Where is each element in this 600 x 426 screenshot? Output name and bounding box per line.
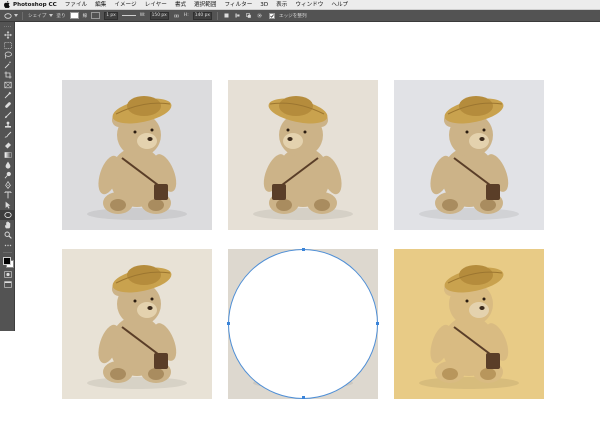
screen-mode-icon[interactable]	[0, 279, 15, 289]
anchor-point-bottom[interactable]	[302, 396, 305, 399]
align-edges-checkbox[interactable]	[268, 12, 275, 19]
separator	[22, 11, 23, 20]
stroke-type-select[interactable]	[121, 15, 136, 16]
anchor-point-top[interactable]	[302, 248, 305, 251]
path-arrangement-icon[interactable]	[246, 13, 251, 18]
menu-view[interactable]: 表示	[276, 0, 287, 10]
menu-bar: Photoshop CC ファイル 編集 イメージ レイヤー 書式 選択範囲 フ…	[0, 0, 600, 10]
path-alignment-icon[interactable]	[235, 13, 240, 18]
more-tools-icon[interactable]	[0, 240, 15, 250]
align-edges-label: エッジを整列	[278, 13, 307, 19]
teddy-bear-photo-6	[394, 249, 544, 399]
pen-tool-icon[interactable]	[0, 180, 15, 190]
anchor-point-left[interactable]	[227, 322, 230, 325]
menu-help[interactable]: ヘルプ	[331, 0, 348, 10]
stroke-swatch[interactable]	[91, 12, 101, 19]
menu-app-name[interactable]: Photoshop CC	[13, 0, 57, 10]
fill-swatch[interactable]	[69, 12, 79, 19]
menu-file[interactable]: ファイル	[65, 0, 87, 10]
fill-label: 塗り	[56, 13, 66, 19]
tools-panel	[0, 22, 15, 331]
hand-tool-icon[interactable]	[0, 220, 15, 230]
gradient-tool-icon[interactable]	[0, 150, 15, 160]
settings-gear-icon[interactable]	[257, 13, 262, 18]
chevron-down-icon	[48, 12, 54, 20]
quick-mask-icon[interactable]	[0, 269, 15, 279]
panel-grip[interactable]	[0, 22, 14, 30]
ellipse-tool-icon[interactable]	[3, 12, 13, 20]
teddy-bear-photo-3	[394, 80, 544, 230]
menu-layer[interactable]: レイヤー	[145, 0, 167, 10]
separator	[3, 252, 12, 253]
menu-select[interactable]: 選択範囲	[194, 0, 216, 10]
zoom-tool-icon[interactable]	[0, 230, 15, 240]
menu-edit[interactable]: 編集	[95, 0, 106, 10]
menu-window[interactable]: ウィンドウ	[295, 0, 323, 10]
link-icon[interactable]	[173, 13, 179, 18]
width-label: W:	[139, 13, 146, 18]
ellipse-tool-icon[interactable]	[0, 210, 15, 220]
crop-tool-icon[interactable]	[0, 70, 15, 80]
width-field[interactable]: 150 px	[149, 11, 169, 20]
height-label: H:	[183, 13, 189, 18]
path-operations-icon[interactable]	[224, 13, 229, 18]
type-tool-icon[interactable]	[0, 190, 15, 200]
brush-tool-icon[interactable]	[0, 110, 15, 120]
teddy-bear-photo-4	[62, 249, 212, 399]
apple-icon[interactable]	[3, 1, 10, 8]
anchor-point-right[interactable]	[376, 322, 379, 325]
teddy-bear-photo-2	[228, 80, 378, 230]
menu-type[interactable]: 書式	[175, 0, 186, 10]
healing-brush-tool-icon[interactable]	[0, 100, 15, 110]
tool-preset-chevron-icon[interactable]	[13, 12, 19, 20]
move-tool-icon[interactable]	[0, 30, 15, 40]
teddy-bear-photo-1	[62, 80, 212, 230]
options-bar: シェイプ 塗り 線 1 px W: 150 px H: 140 px エッジを整…	[0, 10, 600, 22]
path-selection-tool-icon[interactable]	[0, 200, 15, 210]
ellipse-shape[interactable]	[228, 249, 378, 399]
dodge-tool-icon[interactable]	[0, 170, 15, 180]
history-brush-tool-icon[interactable]	[0, 130, 15, 140]
tool-mode-select[interactable]: シェイプ	[28, 13, 46, 19]
menu-3d[interactable]: 3D	[260, 0, 268, 10]
lasso-tool-icon[interactable]	[0, 50, 15, 60]
eyedropper-tool-icon[interactable]	[0, 90, 15, 100]
blur-tool-icon[interactable]	[0, 160, 15, 170]
stroke-label: 線	[82, 13, 88, 19]
menu-filter[interactable]: フィルター	[224, 0, 252, 10]
separator	[216, 11, 218, 20]
frame-tool-icon[interactable]	[0, 80, 15, 90]
eraser-tool-icon[interactable]	[0, 140, 15, 150]
stroke-width-field[interactable]: 1 px	[104, 11, 118, 20]
menu-image[interactable]: イメージ	[114, 0, 136, 10]
height-field[interactable]: 140 px	[192, 11, 212, 20]
color-swatches[interactable]	[0, 255, 15, 269]
magic-wand-tool-icon[interactable]	[0, 60, 15, 70]
marquee-tool-icon[interactable]	[0, 40, 15, 50]
foreground-color-swatch[interactable]	[3, 257, 11, 265]
clone-stamp-tool-icon[interactable]	[0, 120, 15, 130]
